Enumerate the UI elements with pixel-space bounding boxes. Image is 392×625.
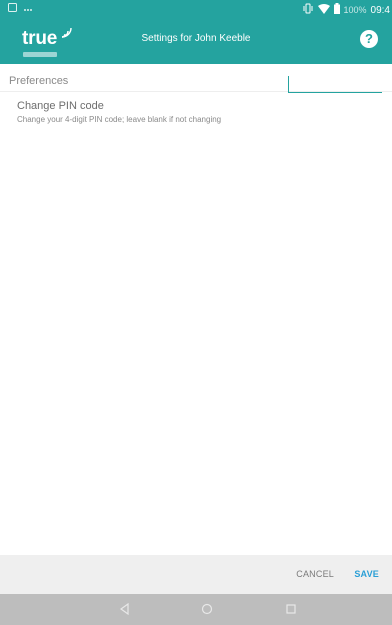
section-header-preferences: Preferences [9, 75, 69, 87]
cancel-button[interactable]: CANCEL [296, 569, 334, 579]
logo-underline [23, 52, 57, 57]
clock: 09:4 [370, 4, 390, 16]
wifi-icon [317, 3, 330, 17]
status-left [8, 3, 33, 15]
battery-icon [333, 3, 340, 17]
battery-percent: 100% [343, 5, 367, 15]
status-right: 100% 09:4 [302, 3, 390, 17]
status-bar: 100% 09:4 [0, 0, 392, 19]
pin-pref-summary: Change your 4-digit PIN code; leave blan… [17, 115, 222, 124]
pin-pref-title[interactable]: Change PIN code [17, 100, 104, 112]
help-icon[interactable]: ? [360, 30, 378, 48]
page-title: Settings for John Keeble [141, 33, 251, 44]
save-button[interactable]: SAVE [354, 569, 379, 579]
notification-icon [8, 3, 17, 15]
vibrate-icon [302, 3, 314, 17]
home-icon[interactable] [200, 602, 214, 616]
preferences-content: Preferences Change PIN code Change your … [0, 64, 392, 555]
dots-icon [23, 4, 33, 15]
action-button-bar: CANCEL SAVE [0, 555, 392, 594]
app-bar: true Settings for John Keeble ? [0, 19, 392, 64]
recents-icon[interactable] [284, 602, 298, 616]
settings-screen: 100% 09:4 true Settings for John Keeble … [0, 0, 392, 625]
pin-input[interactable] [288, 76, 382, 93]
system-nav-bar [0, 594, 392, 625]
back-icon[interactable] [118, 602, 132, 616]
